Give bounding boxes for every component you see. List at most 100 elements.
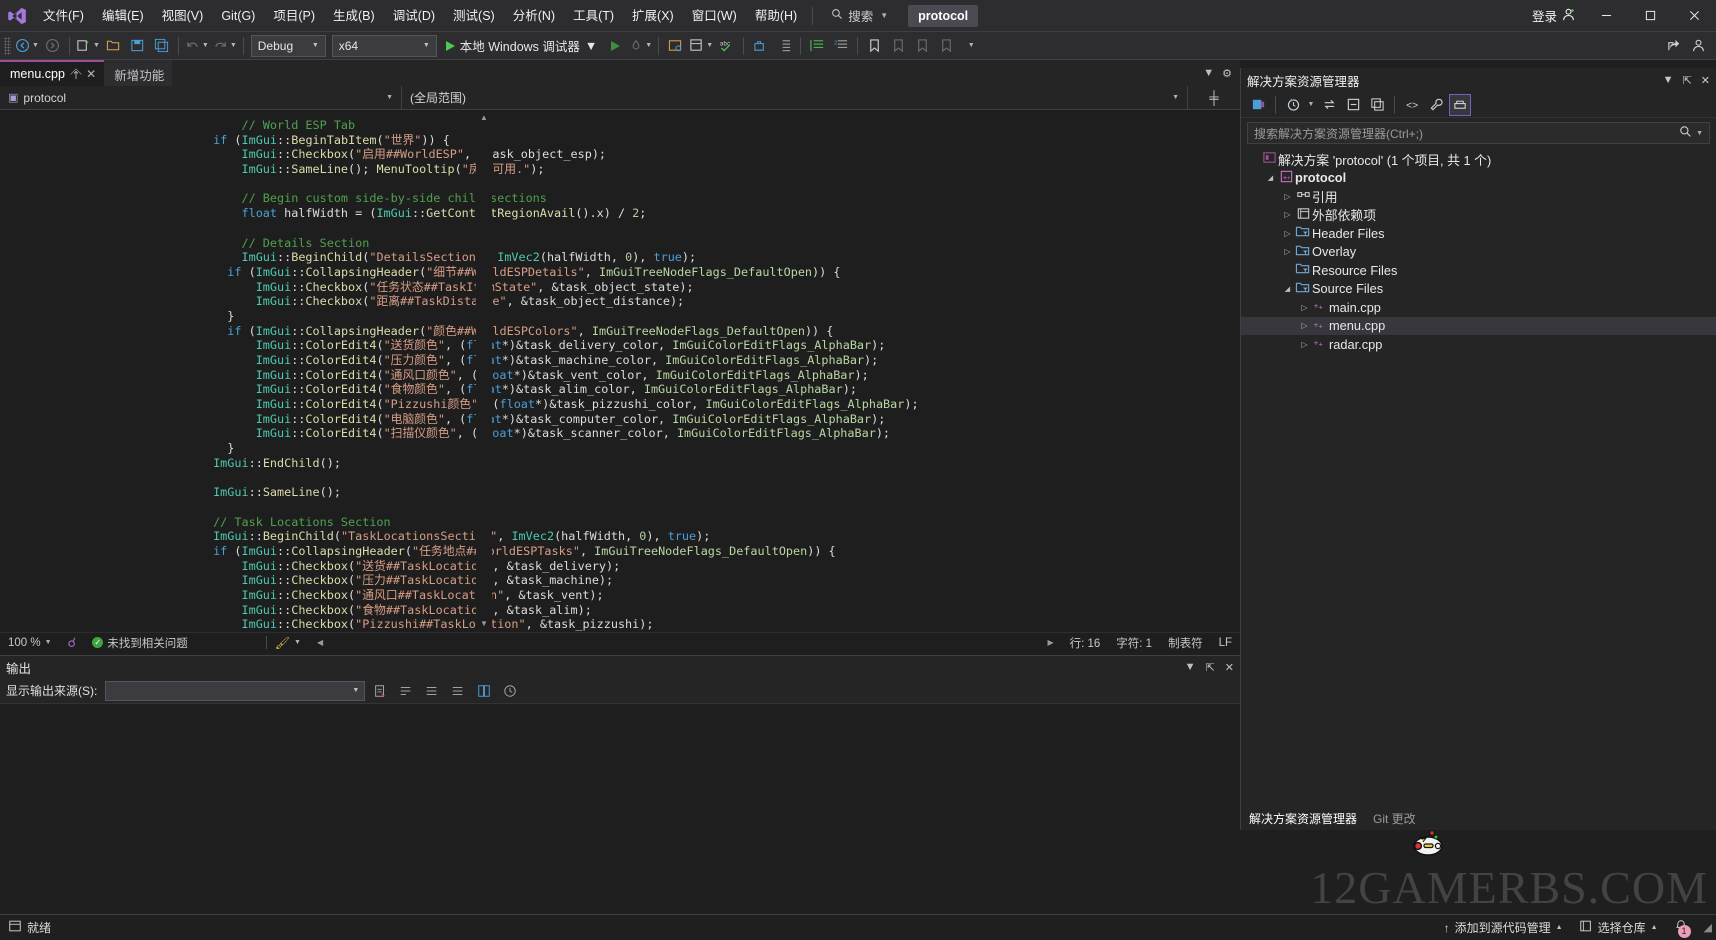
history-icon[interactable] xyxy=(499,680,521,702)
pending-changes-dropdown-icon[interactable]: ▼ xyxy=(1306,94,1316,116)
solution-tree-row[interactable]: ▷ 引用 xyxy=(1241,187,1716,206)
live-share-icon[interactable] xyxy=(1662,34,1686,58)
build-configuration-combo[interactable]: Debug ▼ xyxy=(250,34,326,57)
go-to-message-icon[interactable] xyxy=(447,680,469,702)
tab-whats-new[interactable]: 新增功能 xyxy=(104,60,173,86)
select-repository-button[interactable]: 选择仓库 ▲ xyxy=(1571,915,1666,940)
toolbox-icon[interactable] xyxy=(748,34,772,58)
menu-analyze[interactable]: 分析(N) xyxy=(504,0,564,32)
solution-tree-row[interactable]: ◢ + + protocol xyxy=(1241,169,1716,188)
new-folder-icon[interactable] xyxy=(1366,94,1388,116)
find-message-icon[interactable] xyxy=(421,680,443,702)
twisty-expanded-icon[interactable]: ◢ xyxy=(1264,174,1277,182)
menu-extensions[interactable]: 扩展(X) xyxy=(623,0,683,32)
panel-tab-git-changes[interactable]: Git 更改 xyxy=(1365,808,1424,830)
chevron-down-icon[interactable]: ▼ xyxy=(1696,130,1703,137)
twisty-collapsed-icon[interactable]: ▷ xyxy=(1298,321,1311,330)
save-icon[interactable] xyxy=(126,34,150,58)
menu-git[interactable]: Git(G) xyxy=(212,0,264,32)
menu-view[interactable]: 视图(V) xyxy=(153,0,213,32)
solution-explorer-view-icon[interactable] xyxy=(1247,94,1269,116)
bookmark-next-icon[interactable] xyxy=(910,34,934,58)
twisty-collapsed-icon[interactable]: ▷ xyxy=(1281,229,1294,238)
home-view-icon[interactable] xyxy=(1449,93,1471,116)
solution-tree[interactable]: 解决方案 'protocol' (1 个项目, 共 1 个) ◢ + + protoco… xyxy=(1241,148,1716,354)
platform-combo[interactable]: x64 ▼ xyxy=(331,34,437,57)
close-icon[interactable]: ✕ xyxy=(1701,74,1710,87)
code-editor[interactable]: // World ESP Tab if (ImGui::BeginTabItem… xyxy=(0,110,1240,632)
menu-file[interactable]: 文件(F) xyxy=(34,0,93,32)
error-list-button[interactable]: 就绪 xyxy=(0,915,59,940)
twisty-collapsed-icon[interactable]: ▷ xyxy=(1298,340,1311,349)
twisty-collapsed-icon[interactable]: ▷ xyxy=(1281,247,1294,256)
menu-debug[interactable]: 调试(D) xyxy=(384,0,444,32)
split-window-button[interactable]: ╪ xyxy=(1188,86,1240,109)
menu-edit[interactable]: 编辑(E) xyxy=(93,0,153,32)
navigate-back-icon[interactable]: ▼ xyxy=(13,34,41,58)
bookmark-icon[interactable] xyxy=(862,34,886,58)
solution-tree-row[interactable]: ◢ Source Files xyxy=(1241,280,1716,299)
pin-icon[interactable]: ⇱ xyxy=(68,66,84,82)
menu-project[interactable]: 项目(P) xyxy=(264,0,324,32)
menu-tools[interactable]: 工具(T) xyxy=(564,0,623,32)
panel-tab-solution-explorer[interactable]: 解决方案资源管理器 xyxy=(1241,808,1365,830)
chevron-down-icon[interactable]: ▼ xyxy=(1203,67,1214,79)
sync-with-active-document-icon[interactable] xyxy=(1318,94,1340,116)
code-cleanup-button[interactable]: 🖌 ▼ xyxy=(267,633,309,653)
toolbar-grip[interactable] xyxy=(4,36,11,55)
word-wrap-icon[interactable] xyxy=(395,680,417,702)
indent-icon[interactable] xyxy=(772,34,796,58)
notifications-button[interactable]: 1 xyxy=(1666,915,1696,940)
twisty-collapsed-icon[interactable]: ▷ xyxy=(1281,192,1294,201)
solution-explorer-icon[interactable] xyxy=(663,34,687,58)
gear-icon[interactable]: ⚙ xyxy=(1222,67,1232,80)
uncomment-icon[interactable]: 2 xyxy=(829,34,853,58)
scroll-up-icon[interactable]: ▲ xyxy=(476,110,492,126)
properties-icon[interactable] xyxy=(1425,94,1447,116)
solution-tree-row[interactable]: ▷ + + main.cpp xyxy=(1241,298,1716,317)
maximize-button[interactable] xyxy=(1628,0,1672,32)
close-icon[interactable]: ✕ xyxy=(1225,661,1234,674)
save-all-icon[interactable] xyxy=(150,34,174,58)
horizontal-scroll-left[interactable]: ◀ xyxy=(309,633,331,653)
zoom-control[interactable]: 100 % ▼ xyxy=(0,633,60,653)
comment-icon[interactable] xyxy=(805,34,829,58)
properties-window-icon[interactable]: ▼ xyxy=(687,34,715,58)
solution-tree-row[interactable]: ▷ + + menu.cpp xyxy=(1241,316,1716,335)
open-file-icon[interactable] xyxy=(102,34,126,58)
global-search-box[interactable]: 搜索 ▼ xyxy=(825,5,894,27)
line-ending[interactable]: LF xyxy=(1211,633,1240,653)
solution-tree-row[interactable]: ▷ + + radar.cpp xyxy=(1241,335,1716,354)
pin-icon[interactable]: ⇱ xyxy=(1683,74,1692,87)
intellisense-status[interactable]: ☌ xyxy=(60,633,85,653)
member-scope-combo[interactable]: (全局范围) ▼ xyxy=(402,86,1188,109)
solution-tree-row[interactable]: ▷ 外部依赖项 xyxy=(1241,206,1716,225)
indent-mode[interactable]: 制表符 xyxy=(1160,633,1211,653)
menu-window[interactable]: 窗口(W) xyxy=(683,0,746,32)
output-source-combo[interactable]: ▼ xyxy=(105,680,366,701)
tab-menu-cpp[interactable]: menu.cpp ⇱ ✕ xyxy=(0,60,105,86)
undo-icon[interactable]: ▼ xyxy=(183,34,211,58)
editor-vertical-scrollbar[interactable]: ▲ ▼ xyxy=(476,110,492,632)
menu-help[interactable]: 帮助(H) xyxy=(746,0,806,32)
chevron-down-icon[interactable]: ▼ xyxy=(1663,74,1674,86)
start-without-debugging-button[interactable] xyxy=(603,34,627,58)
solution-tree-row[interactable]: Resource Files xyxy=(1241,261,1716,280)
pin-icon[interactable]: ⇱ xyxy=(1206,661,1215,674)
solution-tree-row[interactable]: 解决方案 'protocol' (1 个项目, 共 1 个) xyxy=(1241,150,1716,169)
feedback-icon[interactable] xyxy=(1686,34,1710,58)
project-scope-combo[interactable]: ▣ protocol ▼ xyxy=(0,86,402,109)
collapse-all-icon[interactable] xyxy=(1342,94,1364,116)
project-name-chip[interactable]: protocol xyxy=(908,4,979,27)
twisty-collapsed-icon[interactable]: ▷ xyxy=(1298,303,1311,312)
code-text[interactable]: // World ESP Tab if (ImGui::BeginTabItem… xyxy=(0,118,919,632)
output-panel-body[interactable] xyxy=(0,704,1240,829)
close-button[interactable] xyxy=(1672,0,1716,32)
bookmark-previous-icon[interactable] xyxy=(886,34,910,58)
twisty-collapsed-icon[interactable]: ▷ xyxy=(1281,210,1294,219)
show-all-files-icon[interactable]: <> xyxy=(1401,94,1423,116)
twisty-expanded-icon[interactable]: ◢ xyxy=(1281,285,1294,293)
redo-icon[interactable]: ▼ xyxy=(211,34,239,58)
search-icon[interactable] xyxy=(1679,125,1692,141)
add-to-source-control-button[interactable]: ↑ 添加到源代码管理 ▲ xyxy=(1436,915,1571,940)
